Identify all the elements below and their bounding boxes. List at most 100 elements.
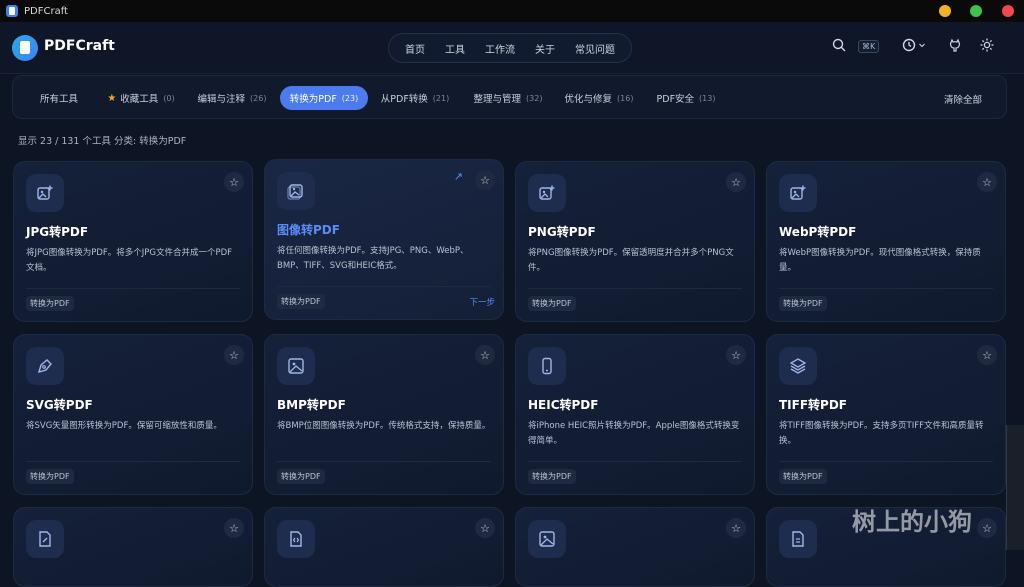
minimize-button[interactable] [939, 5, 951, 17]
filter-security[interactable]: PDF安全 (13) [654, 86, 718, 110]
filter-label: 所有工具 [39, 94, 78, 105]
header: PDFCraft 首页 工具 工作流 关于 常见问题 ⌘K [0, 22, 1024, 74]
category-tag: 转换为PDF [779, 469, 827, 484]
tool-card[interactable]: ☆ PNG转PDF 将PNG图像转换为PDF。保留透明度并合并多个PNG文件。 … [515, 161, 755, 322]
tool-description: 将PNG图像转换为PDF。保留透明度并合并多个PNG文件。 [528, 248, 734, 273]
category-tag: 转换为PDF [528, 469, 576, 484]
favorite-star-icon[interactable]: ☆ [224, 518, 244, 538]
tool-title: PNG转PDF [528, 225, 596, 239]
smartphone-icon [528, 347, 566, 385]
github-icon[interactable] [948, 38, 962, 52]
nav-faq[interactable]: 常见问题 [575, 41, 615, 56]
next-step-link[interactable]: 下一步 [469, 296, 495, 308]
favorite-star-icon[interactable]: ☆ [726, 172, 746, 192]
tool-title: JPG转PDF [26, 225, 89, 239]
favorite-star-icon[interactable]: ☆ [977, 345, 997, 365]
card-divider [26, 288, 240, 289]
filter-count: (13) [699, 93, 716, 103]
history-icon[interactable] [902, 38, 916, 52]
favorite-star-icon[interactable]: ☆ [475, 170, 495, 190]
tool-title: 图像转PDF [277, 223, 340, 237]
card-divider [528, 288, 742, 289]
tool-card[interactable]: ☆ [515, 507, 755, 587]
tool-description: 将TIFF图像转换为PDF。支持多页TIFF文件和高质量转换。 [779, 421, 984, 446]
favorite-star-icon[interactable]: ☆ [475, 518, 495, 538]
filter-favorites[interactable]: ★ 收藏工具 (0) [99, 86, 183, 110]
nav-workflow[interactable]: 工作流 [485, 41, 515, 56]
tool-card[interactable]: ☆ TIFF转PDF 将TIFF图像转换为PDF。支持多页TIFF文件和高质量转… [766, 334, 1006, 495]
category-tag: 转换为PDF [26, 469, 74, 484]
nav-tools[interactable]: 工具 [445, 41, 465, 56]
filter-all[interactable]: 所有工具 [31, 86, 87, 110]
tool-title: SVG转PDF [26, 398, 93, 412]
close-button[interactable] [1002, 5, 1014, 17]
external-link-icon[interactable]: ↗ [454, 170, 463, 183]
search-icon[interactable] [832, 38, 846, 52]
tool-card[interactable]: ☆ [264, 507, 504, 587]
tool-title: TIFF转PDF [779, 398, 847, 412]
filter-count: (21) [432, 93, 450, 103]
image-icon [277, 347, 315, 385]
card-divider [528, 461, 742, 462]
category-tag: 转换为PDF [277, 469, 325, 484]
filter-count: (0) [163, 93, 175, 103]
filter-label: 从PDF转换 [380, 94, 428, 105]
overlapping-window-edge [1006, 425, 1024, 550]
image-plus-icon [779, 174, 817, 212]
chevron-down-icon[interactable] [919, 43, 925, 48]
tool-card[interactable]: ☆ HEIC转PDF 将iPhone HEIC照片转换为PDF。Apple图像格… [515, 334, 755, 495]
favorite-star-icon[interactable]: ☆ [977, 518, 997, 538]
favorite-star-icon[interactable]: ☆ [224, 172, 244, 192]
window-title: PDFCraft [24, 5, 68, 17]
tool-description: 将BMP位图图像转换为PDF。传统格式支持，保持质量。 [277, 421, 491, 431]
tool-description: 将JPG图像转换为PDF。将多个JPG文件合并成一个PDF文档。 [26, 248, 233, 273]
favorite-star-icon[interactable]: ☆ [475, 345, 495, 365]
filter-to-pdf[interactable]: 转换为PDF (23) [280, 86, 368, 110]
card-divider [277, 461, 491, 462]
filter-edit[interactable]: 编辑与注释 (26) [193, 86, 271, 110]
brand-name[interactable]: PDFCraft [44, 38, 115, 54]
filter-label: 转换为PDF [289, 94, 337, 105]
app-icon [6, 5, 18, 17]
card-divider [26, 461, 240, 462]
tool-title: WebP转PDF [779, 225, 857, 239]
tool-card[interactable]: ☆ BMP转PDF 将BMP位图图像转换为PDF。传统格式支持，保持质量。 转换… [264, 334, 504, 495]
result-summary: 显示 23 / 131 个工具 分类: 转换为PDF [18, 136, 187, 147]
nav-home[interactable]: 首页 [405, 41, 425, 56]
clear-all-button[interactable]: 清除全部 [944, 92, 982, 106]
tool-description: 将WebP图像转换为PDF。现代图像格式转换，保持质量。 [779, 248, 981, 273]
filter-label: 收藏工具 [120, 94, 159, 105]
filter-label: 整理与管理 [473, 94, 522, 105]
favorite-star-icon[interactable]: ☆ [977, 172, 997, 192]
tool-card[interactable]: ☆ JPG转PDF 将JPG图像转换为PDF。将多个JPG文件合并成一个PDF文… [13, 161, 253, 322]
nav-about[interactable]: 关于 [535, 41, 555, 56]
tool-card[interactable]: ☆ SVG转PDF 将SVG矢量图形转换为PDF。保留可缩放性和质量。 转换为P… [13, 334, 253, 495]
title-bar: PDFCraft [0, 0, 1024, 22]
maximize-button[interactable] [970, 5, 982, 17]
tool-card[interactable]: ☆ WebP转PDF 将WebP图像转换为PDF。现代图像格式转换，保持质量。 … [766, 161, 1006, 322]
shortcut-hint: ⌘K [858, 40, 880, 53]
tool-card[interactable]: ↗ ☆ 图像转PDF 将任何图像转换为PDF。支持JPG、PNG、WebP、BM… [264, 159, 504, 320]
main-nav: 首页 工具 工作流 关于 常见问题 [388, 33, 632, 63]
filter-label: 优化与修复 [564, 94, 613, 105]
card-divider [779, 288, 993, 289]
theme-toggle-icon[interactable] [980, 38, 994, 52]
layers-icon [779, 347, 817, 385]
card-divider [779, 461, 993, 462]
tool-title: BMP转PDF [277, 398, 346, 412]
filter-count: (23) [341, 93, 359, 103]
tool-card[interactable]: ☆ [13, 507, 253, 587]
category-filter-bar: 所有工具 ★ 收藏工具 (0) 编辑与注释 (26) 转换为PDF (23) 从PDF转… [12, 75, 1007, 119]
tool-description: 将iPhone HEIC照片转换为PDF。Apple图像格式转换变得简单。 [528, 421, 740, 446]
filter-optimize[interactable]: 优化与修复 (16) [562, 86, 636, 110]
file-edit-icon [26, 520, 64, 558]
category-tag: 转换为PDF [277, 294, 325, 309]
favorite-star-icon[interactable]: ☆ [224, 345, 244, 365]
favorite-star-icon[interactable]: ☆ [726, 345, 746, 365]
logo-icon[interactable] [12, 35, 38, 61]
favorite-star-icon[interactable]: ☆ [726, 518, 746, 538]
filter-from-pdf[interactable]: 从PDF转换 (21) [377, 86, 453, 110]
star-icon: ★ [107, 92, 117, 104]
tool-description: 将SVG矢量图形转换为PDF。保留可缩放性和质量。 [26, 421, 222, 431]
filter-organize[interactable]: 整理与管理 (32) [470, 86, 546, 110]
